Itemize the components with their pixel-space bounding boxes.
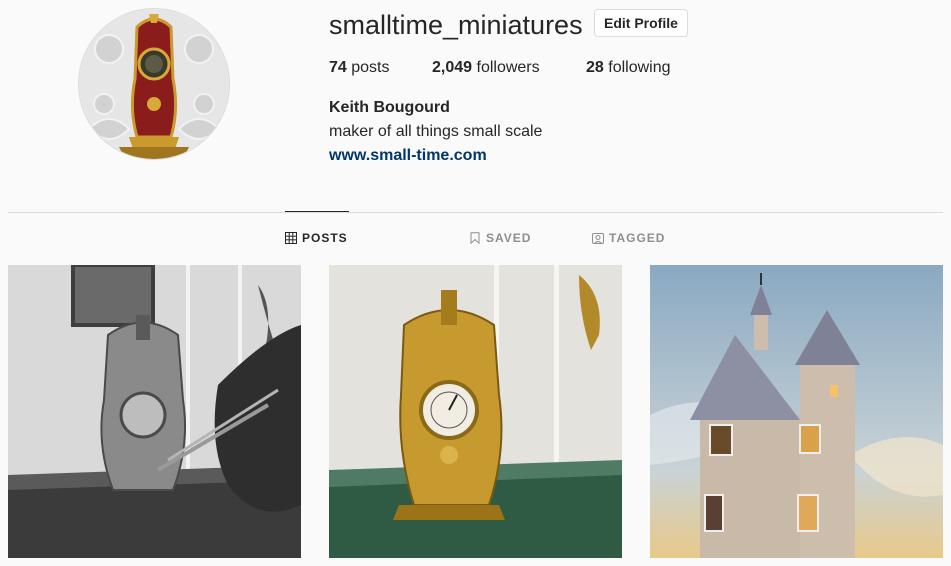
tagged-person-icon bbox=[592, 232, 604, 244]
tabs-divider bbox=[8, 212, 943, 213]
posts-label: posts bbox=[351, 59, 390, 76]
tab-tagged[interactable]: TAGGED bbox=[592, 230, 665, 246]
post-image-bw-clock bbox=[8, 265, 301, 558]
post-tile[interactable] bbox=[8, 265, 301, 558]
followers-label: followers bbox=[476, 59, 540, 76]
active-tab-indicator bbox=[285, 211, 349, 212]
tab-saved[interactable]: SAVED bbox=[469, 230, 531, 246]
followers-stat[interactable]: 2,049 followers bbox=[432, 58, 540, 78]
followers-count: 2,049 bbox=[432, 59, 473, 76]
tab-tagged-label: TAGGED bbox=[609, 231, 666, 245]
post-image-gold-clock bbox=[329, 265, 622, 558]
post-tile[interactable] bbox=[650, 265, 943, 558]
edit-profile-button[interactable]: Edit Profile bbox=[594, 9, 688, 37]
post-tile[interactable] bbox=[329, 265, 622, 558]
profile-bio: maker of all things small scale bbox=[329, 123, 543, 140]
following-stat[interactable]: 28 following bbox=[586, 58, 671, 78]
posts-count: 74 bbox=[329, 59, 347, 76]
tab-posts-label: POSTS bbox=[302, 231, 348, 245]
tab-saved-label: SAVED bbox=[486, 231, 532, 245]
posts-stat: 74 posts bbox=[329, 58, 390, 78]
profile-username: smalltime_miniatures bbox=[329, 10, 583, 40]
tab-posts[interactable]: POSTS bbox=[285, 230, 348, 246]
following-label: following bbox=[608, 59, 671, 76]
profile-full-name: Keith Bougourd bbox=[329, 99, 450, 116]
grid-icon bbox=[285, 232, 297, 244]
profile-avatar[interactable] bbox=[78, 8, 230, 160]
bookmark-icon bbox=[469, 232, 481, 244]
following-count: 28 bbox=[586, 59, 604, 76]
profile-website-link[interactable]: www.small-time.com bbox=[329, 146, 487, 166]
post-image-castle bbox=[650, 265, 943, 558]
avatar-clock-image bbox=[79, 9, 229, 159]
